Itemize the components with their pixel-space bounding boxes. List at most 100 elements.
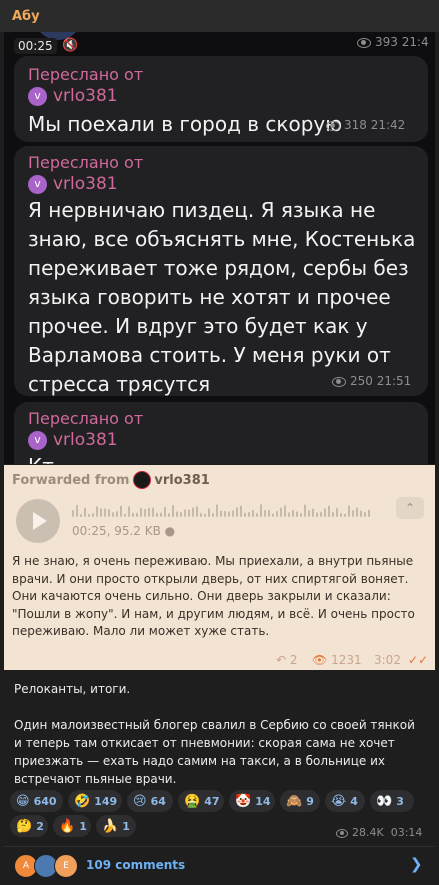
waveform-bar bbox=[316, 512, 318, 517]
video-message[interactable]: 00:25 🔇 bbox=[14, 32, 104, 58]
forwarded-label: Переслано от bbox=[28, 153, 144, 172]
video-meta: 393 21:4 bbox=[357, 35, 429, 49]
waveform-bar bbox=[240, 505, 242, 517]
waveform-bar bbox=[200, 512, 202, 517]
chevron-up-icon[interactable]: ⌃ bbox=[396, 497, 424, 519]
waveform-bar bbox=[152, 507, 154, 517]
message-bubble[interactable]: Переслано от v vrlo381 Кт bbox=[14, 402, 428, 464]
reaction-emoji: 😢 bbox=[133, 793, 147, 809]
message-text: Мы поехали в город в скорую bbox=[28, 112, 343, 136]
views-icon bbox=[336, 828, 348, 838]
message-bubble[interactable]: Переслано от v vrlo381 Я нервничаю пиздец… bbox=[14, 146, 428, 396]
play-button[interactable] bbox=[16, 499, 60, 543]
waveform[interactable] bbox=[72, 501, 372, 517]
post-time: 03:14 bbox=[390, 826, 423, 839]
waveform-bar bbox=[280, 507, 282, 517]
waveform-bar bbox=[132, 512, 134, 517]
source-name: vrlo381 bbox=[53, 174, 118, 194]
comments-link[interactable]: 109 comments bbox=[86, 858, 185, 872]
views-icon bbox=[357, 37, 371, 48]
forward-source[interactable]: v vrlo381 bbox=[28, 173, 118, 195]
waveform-bar bbox=[368, 509, 370, 517]
reaction-monkey[interactable]: 🙈 9 bbox=[280, 790, 320, 812]
reaction-emoji: 😭 bbox=[331, 793, 347, 809]
source-avatar: v bbox=[28, 430, 47, 450]
waveform-bar bbox=[344, 513, 346, 517]
waveform-bar bbox=[92, 513, 94, 517]
forwarded-audio-message[interactable]: Forwarded from vrlo381 ⌃ 00:25, 95.2 KB … bbox=[4, 465, 435, 670]
reaction-emoji: 🤡 bbox=[235, 793, 252, 809]
chat-header[interactable]: Абу bbox=[0, 0, 439, 32]
reaction-laugh[interactable]: 😁 640 bbox=[10, 790, 63, 812]
reaction-emoji: 🤮 bbox=[184, 793, 201, 809]
waveform-bar bbox=[192, 507, 194, 517]
reaction-crying[interactable]: 😭 4 bbox=[325, 790, 365, 812]
source-name: vrlo381 bbox=[53, 430, 118, 450]
reaction-vomit[interactable]: 🤮 47 bbox=[178, 790, 224, 812]
video-views: 393 bbox=[375, 35, 398, 49]
reaction-emoji: 🤣 bbox=[74, 793, 91, 809]
waveform-bar bbox=[88, 513, 90, 517]
waveform-bar bbox=[288, 512, 290, 517]
waveform-bar bbox=[124, 513, 126, 517]
message-bubble[interactable]: Переслано от v vrlo381 Мы поехали в город… bbox=[14, 56, 428, 142]
forward-source[interactable]: v vrlo381 bbox=[28, 429, 118, 451]
reaction-rofl[interactable]: 🤣 149 bbox=[68, 790, 122, 812]
waveform-bar bbox=[340, 512, 342, 517]
reaction-clown[interactable]: 🤡 14 bbox=[229, 790, 275, 812]
reaction-fire[interactable]: 🔥 1 bbox=[53, 815, 91, 837]
comments-bar[interactable]: A E 109 comments ❯ bbox=[0, 847, 439, 885]
waveform-bar bbox=[236, 507, 238, 517]
waveform-bar bbox=[292, 509, 294, 517]
waveform-bar bbox=[312, 508, 314, 517]
waveform-bar bbox=[84, 507, 86, 517]
waveform-bar bbox=[212, 512, 214, 517]
forwarded-header[interactable]: Forwarded from vrlo381 bbox=[12, 471, 210, 489]
video-time: 21:4 bbox=[401, 35, 429, 49]
forward-source[interactable]: v vrlo381 bbox=[28, 85, 118, 107]
waveform-bar bbox=[156, 512, 158, 517]
reaction-count: 149 bbox=[94, 794, 118, 808]
waveform-bar bbox=[100, 508, 102, 517]
source-avatar bbox=[133, 471, 152, 489]
waveform-bar bbox=[76, 504, 78, 517]
waveform-bar bbox=[264, 510, 266, 517]
post-body: Релоканты, итоги. Один малоизвестный бло… bbox=[14, 680, 424, 788]
waveform-bar bbox=[284, 505, 286, 517]
source-avatar: v bbox=[28, 86, 47, 106]
reaction-emoji: 👀 bbox=[376, 793, 393, 809]
message-meta: 318 21:42 bbox=[326, 118, 405, 132]
reply-count: 2 bbox=[289, 653, 298, 667]
waveform-bar bbox=[176, 511, 178, 517]
message-text: Я нервничаю пиздец. Я языка не знаю, все… bbox=[28, 198, 416, 396]
read-check-icon: ✓✓ bbox=[408, 653, 429, 667]
waveform-bar bbox=[268, 509, 270, 517]
waveform-bar bbox=[256, 512, 258, 517]
message-views: 318 bbox=[344, 118, 367, 132]
views-indicator: 👁 1231 bbox=[312, 653, 362, 667]
post-title: Релоканты, итоги. bbox=[14, 682, 131, 696]
waveform-bar bbox=[136, 512, 138, 517]
reaction-eyes[interactable]: 👀 3 bbox=[370, 790, 414, 812]
waveform-bar bbox=[248, 511, 250, 517]
waveform-bar bbox=[320, 511, 322, 517]
reply-indicator[interactable]: ↶ 2 bbox=[276, 653, 298, 667]
chevron-right-icon[interactable]: ❯ bbox=[410, 855, 423, 873]
waveform-bar bbox=[168, 513, 170, 517]
reaction-thinking[interactable]: 🤔 2 bbox=[10, 815, 48, 837]
waveform-bar bbox=[336, 508, 338, 517]
message-time: 3:02 bbox=[374, 653, 401, 667]
transcript-text: Я не знаю, я очень переживаю. Мы приехал… bbox=[12, 554, 415, 638]
reaction-sad[interactable]: 😢 64 bbox=[127, 790, 173, 812]
views-icon bbox=[332, 376, 346, 387]
waveform-bar bbox=[328, 505, 330, 517]
reaction-emoji: 🔥 bbox=[59, 818, 76, 834]
reaction-count: 1 bbox=[122, 819, 130, 833]
waveform-bar bbox=[356, 507, 358, 517]
reaction-emoji: 🍌 bbox=[102, 818, 119, 834]
message-time: 21:51 bbox=[376, 374, 412, 388]
message-meta: 250 21:51 bbox=[332, 374, 411, 388]
waveform-bar bbox=[228, 511, 230, 517]
reply-icon: ↶ bbox=[276, 653, 287, 667]
reaction-banana[interactable]: 🍌 1 bbox=[96, 815, 136, 837]
